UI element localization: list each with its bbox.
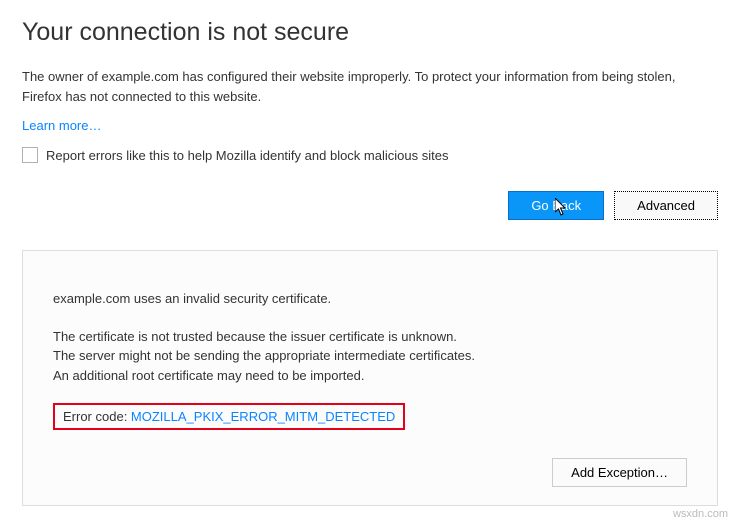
report-errors-row: Report errors like this to help Mozilla … bbox=[22, 147, 718, 163]
warning-description: The owner of example.com has configured … bbox=[22, 67, 718, 106]
go-back-label: Go Back bbox=[531, 198, 581, 213]
details-panel: example.com uses an invalid security cer… bbox=[22, 250, 718, 506]
advanced-button[interactable]: Advanced bbox=[614, 191, 718, 220]
cert-reason-3: An additional root certificate may need … bbox=[53, 366, 687, 386]
go-back-button[interactable]: Go Back bbox=[508, 191, 604, 220]
error-code-link[interactable]: MOZILLA_PKIX_ERROR_MITM_DETECTED bbox=[131, 409, 395, 424]
cert-reason-2: The server might not be sending the appr… bbox=[53, 346, 687, 366]
report-errors-checkbox[interactable] bbox=[22, 147, 38, 163]
watermark: wsxdn.com bbox=[673, 508, 728, 520]
cert-invalid-text: example.com uses an invalid security cer… bbox=[53, 289, 687, 309]
report-errors-label: Report errors like this to help Mozilla … bbox=[46, 148, 448, 163]
add-exception-button[interactable]: Add Exception… bbox=[552, 458, 687, 487]
learn-more-link[interactable]: Learn more… bbox=[22, 118, 101, 133]
page-title: Your connection is not secure bbox=[22, 18, 718, 47]
error-code-box: Error code: MOZILLA_PKIX_ERROR_MITM_DETE… bbox=[53, 403, 405, 430]
action-buttons: Go Back Advanced bbox=[22, 191, 718, 220]
cert-reason-1: The certificate is not trusted because t… bbox=[53, 327, 687, 347]
exception-row: Add Exception… bbox=[53, 458, 687, 487]
error-code-label: Error code: bbox=[63, 409, 131, 424]
